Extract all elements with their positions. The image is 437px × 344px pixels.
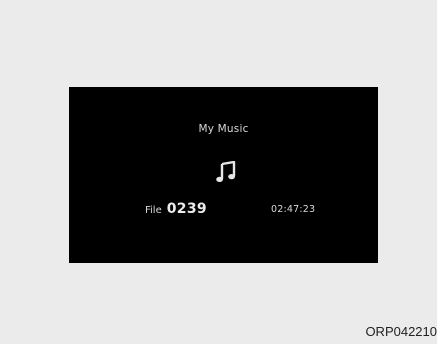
file-label: File — [145, 205, 162, 216]
media-display-screen: My Music File 0239 02:47:23 — [69, 87, 378, 263]
music-note-icon — [216, 160, 236, 183]
play-time: 02:47:23 — [271, 204, 316, 215]
file-info: File 0239 — [145, 201, 207, 221]
file-number: 0239 — [166, 201, 207, 217]
source-title: My Music — [198, 123, 249, 135]
figure-reference-code: ORP042210 — [365, 324, 437, 339]
